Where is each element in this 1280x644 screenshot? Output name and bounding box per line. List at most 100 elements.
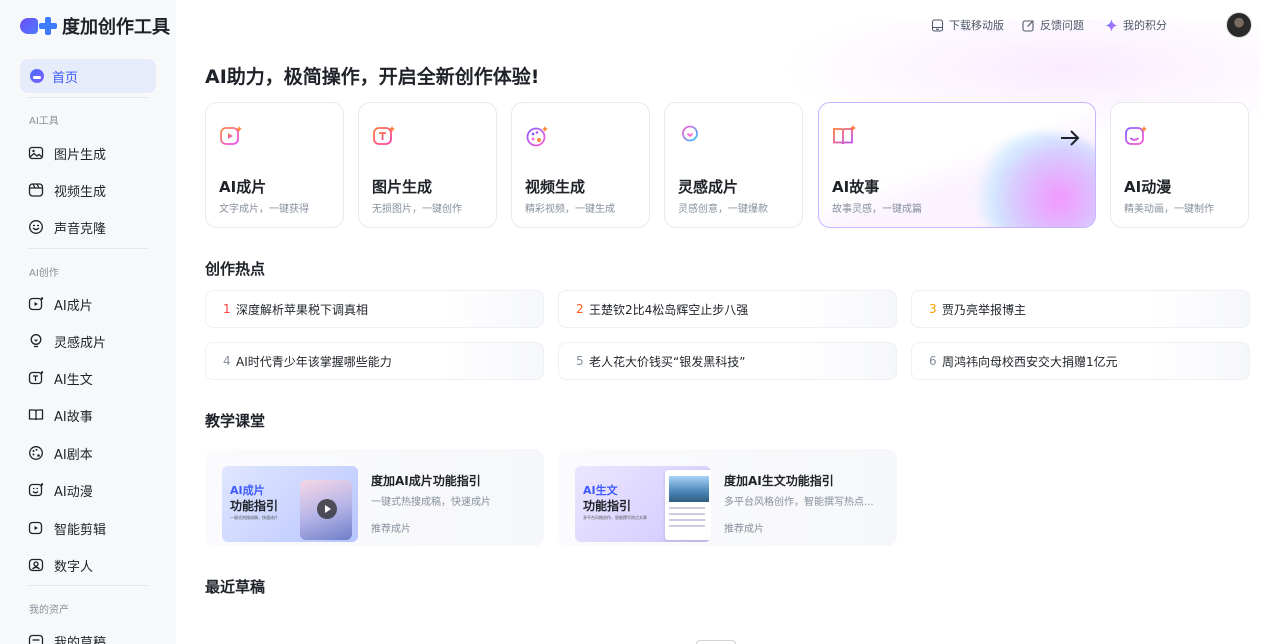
hot-text: AI时代青少年该掌握哪些能力 <box>236 354 392 369</box>
draft-icon <box>28 634 44 644</box>
sidebar-divider <box>28 248 148 249</box>
sidebar-item-smart-edit[interactable]: 智能剪辑 <box>28 517 106 539</box>
hot-rank: 6 <box>929 354 937 368</box>
sidebar-item-ai-film[interactable]: AI成片 <box>28 293 93 315</box>
text-square-icon <box>28 371 44 385</box>
sidebar-item-drafts[interactable]: 我的草稿 <box>28 630 106 644</box>
video-sparkle-icon <box>220 126 242 145</box>
thumb-caption: 一键式热搜成稿，快速成片 <box>230 515 278 520</box>
sidebar-item-home[interactable]: 首页 <box>20 59 156 93</box>
hot-rank: 1 <box>223 302 231 316</box>
sidebar-item-ai-script[interactable]: AI剧本 <box>28 442 93 464</box>
image-text-icon <box>373 126 395 145</box>
feature-card-subtitle: 精彩视频，一键生成 <box>525 204 615 215</box>
sidebar-item-voice-clone[interactable]: 声音克隆 <box>28 216 106 238</box>
hot-rank: 4 <box>223 354 231 368</box>
tutorial-desc: 多平台风格创作，智能撰写热点... <box>724 497 874 508</box>
sidebar-item-inspiration[interactable]: 灵感成片 <box>28 330 106 352</box>
tutorial-tag: 推荐成片 <box>724 524 764 535</box>
feature-card-ai-film[interactable]: AI成片 文字成片，一键获得 <box>205 102 344 228</box>
hot-section-title: 创作热点 <box>205 260 266 278</box>
hot-text: 周鸿祎向母校西安交大捐赠1亿元 <box>942 354 1118 369</box>
empty-drafts-illustration <box>696 640 736 644</box>
hot-rank: 2 <box>576 302 584 316</box>
thumb-keyword: AI生文 <box>583 484 618 497</box>
hot-item[interactable]: 5 老人花大价钱买“银发黑科技” <box>558 342 897 380</box>
sidebar-section-assets: 我的资产 <box>29 605 69 616</box>
person-frame-icon <box>28 558 44 572</box>
sidebar-item-video-gen[interactable]: 视频生成 <box>28 179 106 201</box>
tutorial-desc: 一键式热搜成稿，快速成片 <box>371 497 491 508</box>
smile-face-icon <box>1125 126 1147 145</box>
tutorial-card-ai-film[interactable]: AI成片 功能指引 一键式热搜成稿，快速成片 度加AI成片功能指引 一键式热搜成… <box>205 449 544 546</box>
tutorial-tag: 推荐成片 <box>371 524 411 535</box>
hot-item[interactable]: 2 王楚钦2比4松岛辉空止步八强 <box>558 290 897 328</box>
play-icon[interactable] <box>317 499 337 519</box>
tutorial-title: 度加AI成片功能指引 <box>371 474 481 488</box>
feature-card-video-gen[interactable]: 视频生成 精彩视频，一键生成 <box>511 102 650 228</box>
sidebar-item-ai-text[interactable]: AI生文 <box>28 367 93 389</box>
film-icon <box>28 183 44 197</box>
feedback-link[interactable]: 反馈问题 <box>1022 17 1084 33</box>
hot-rank: 3 <box>929 302 937 316</box>
feature-card-image-gen[interactable]: 图片生成 无损图片，一键创作 <box>358 102 497 228</box>
feature-card-title: 灵感成片 <box>678 178 739 196</box>
hot-text: 老人花大价钱买“银发黑科技” <box>589 354 746 369</box>
lightbulb-icon <box>682 125 698 146</box>
thumb-keyword: AI成片 <box>230 484 265 497</box>
sidebar-item-digital-human[interactable]: 数字人 <box>28 554 93 576</box>
tutorial-thumbnail: AI生文 功能指引 多平台风格创作，智能撰写热点文章 <box>575 466 711 542</box>
sidebar-divider <box>28 585 148 586</box>
download-mobile-label: 下载移动版 <box>949 19 1004 32</box>
sidebar-item-ai-story[interactable]: AI故事 <box>28 404 93 426</box>
hot-item[interactable]: 3 贾乃亮举报博主 <box>911 290 1250 328</box>
brand-logo[interactable]: 度加创作工具 <box>20 14 170 38</box>
feature-card-title: 图片生成 <box>372 178 433 196</box>
palette-icon <box>526 126 548 147</box>
drafts-section-title: 最近草稿 <box>205 578 266 596</box>
sidebar-item-image-gen[interactable]: 图片生成 <box>28 142 106 164</box>
hot-text: 贾乃亮举报博主 <box>942 302 1027 317</box>
sidebar-item-label: AI动漫 <box>54 484 93 500</box>
tutorials-section-title: 教学课堂 <box>205 412 266 430</box>
sidebar-item-label: AI成片 <box>54 298 93 314</box>
my-points-link[interactable]: 我的积分 <box>1105 17 1167 33</box>
edit-icon <box>1022 19 1034 32</box>
hot-item[interactable]: 1 深度解析苹果税下调真相 <box>205 290 544 328</box>
feature-card-title: AI动漫 <box>1124 178 1172 196</box>
sparkle-icon <box>1105 19 1118 31</box>
feature-card-title: AI成片 <box>219 178 267 196</box>
sidebar-item-label: 智能剪辑 <box>54 522 107 538</box>
sidebar-item-label: 视频生成 <box>54 184 107 200</box>
sidebar-item-ai-anime[interactable]: AI动漫 <box>28 479 93 501</box>
phone-icon <box>931 18 944 32</box>
tutorial-card-ai-text[interactable]: AI生文 功能指引 多平台风格创作，智能撰写热点文章 度加AI生文功能指引 多平… <box>558 449 897 546</box>
sidebar-item-label: 图片生成 <box>54 147 107 163</box>
hot-item[interactable]: 4 AI时代青少年该掌握哪些能力 <box>205 342 544 380</box>
thumb-document <box>665 470 711 540</box>
sidebar-item-label: AI剧本 <box>54 447 93 463</box>
download-mobile-link[interactable]: 下载移动版 <box>931 17 1004 33</box>
feature-card-subtitle: 精美动画，一键制作 <box>1124 204 1214 215</box>
thumb-caption: 多平台风格创作，智能撰写热点文章 <box>583 515 647 520</box>
lightbulb-icon <box>30 334 42 348</box>
sidebar-item-label: AI生文 <box>54 372 93 388</box>
palette-icon <box>29 446 43 460</box>
sidebar-divider <box>28 97 148 98</box>
hot-rank: 5 <box>576 354 584 368</box>
tutorial-title: 度加AI生文功能指引 <box>724 474 834 488</box>
sidebar-section-ai-create: AI创作 <box>29 268 59 279</box>
smile-face-icon <box>28 483 44 497</box>
sidebar-item-label: 灵感成片 <box>54 335 107 351</box>
feature-card-ai-anime[interactable]: AI动漫 精美动画，一键制作 <box>1110 102 1249 228</box>
hot-item[interactable]: 6 周鸿祎向母校西安交大捐赠1亿元 <box>911 342 1250 380</box>
sidebar-item-label: 首页 <box>52 70 79 86</box>
feature-card-ai-story[interactable]: AI故事 故事灵感，一键成篇 <box>818 102 1096 228</box>
sidebar-item-label: AI故事 <box>54 409 93 425</box>
avatar[interactable] <box>1226 12 1252 38</box>
page-headline: AI助力，极简操作，开启全新创作体验! <box>205 66 540 88</box>
feature-card-title: 视频生成 <box>525 178 586 196</box>
sidebar-item-label: 数字人 <box>54 559 94 575</box>
tutorial-thumbnail: AI成片 功能指引 一键式热搜成稿，快速成片 <box>222 466 358 542</box>
feature-card-inspiration[interactable]: 灵感成片 灵感创意，一键爆款 <box>664 102 803 228</box>
